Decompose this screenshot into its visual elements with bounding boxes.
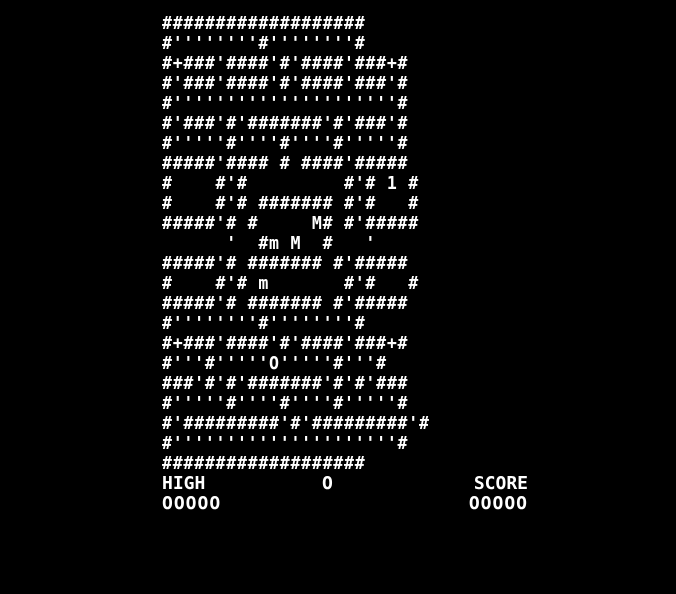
score-value: OOOOO bbox=[468, 493, 528, 514]
maze-row: ###'#'#'#######'#'#'### bbox=[162, 373, 409, 394]
maze-row: #'###'####'#'####'###'# bbox=[162, 73, 409, 94]
maze-row: #+###'####'#'####'###+# bbox=[162, 53, 409, 74]
maze-row: #'''''''''''''''''''''# bbox=[162, 433, 409, 454]
maze-row: ################### bbox=[162, 453, 366, 474]
maze-row: # #'# m #'# # bbox=[162, 273, 419, 294]
maze-row: #'''''#''''#''''#'''''# bbox=[162, 133, 409, 154]
maze-row: #'''''''''''''''''''''# bbox=[162, 93, 409, 114]
maze-row: ' #m M # ' bbox=[162, 233, 409, 254]
maze-row: #####'# # M# #'##### bbox=[162, 213, 419, 234]
status-bar: HIGH O SCORE OOOOO OOOOO bbox=[162, 474, 532, 518]
game-screen: ################### #''''''''#''''''''# … bbox=[162, 14, 532, 474]
score-label: SCORE bbox=[473, 473, 528, 494]
maze-row: #'#########'#'#########'# bbox=[162, 413, 430, 434]
high-score-label: HIGH bbox=[162, 473, 206, 494]
maze-row: # #'# ####### #'# # bbox=[162, 193, 419, 214]
maze-row: ################### bbox=[162, 13, 366, 34]
maze-row: #''''''''#''''''''# bbox=[162, 313, 366, 334]
maze-row: #####'# ####### #'##### bbox=[162, 293, 409, 314]
maze-row: # #'# #'# 1 # bbox=[162, 173, 419, 194]
high-score-value: OOOOO bbox=[162, 493, 222, 514]
maze-playfield: ################### #''''''''#''''''''# … bbox=[162, 14, 532, 474]
maze-row: #####'#### # ####'##### bbox=[162, 153, 409, 174]
maze-row: #+###'####'#'####'###+# bbox=[162, 333, 409, 354]
maze-row: #'''''#''''#''''#'''''# bbox=[162, 393, 409, 414]
maze-row: #'###'#'#######'#'###'# bbox=[162, 113, 409, 134]
maze-row: #####'# ####### #'##### bbox=[162, 253, 409, 274]
maze-row: #'''#'''''O'''''#'''# bbox=[162, 353, 387, 374]
lives-indicator: O bbox=[322, 473, 333, 494]
maze-row: #''''''''#''''''''# bbox=[162, 33, 366, 54]
